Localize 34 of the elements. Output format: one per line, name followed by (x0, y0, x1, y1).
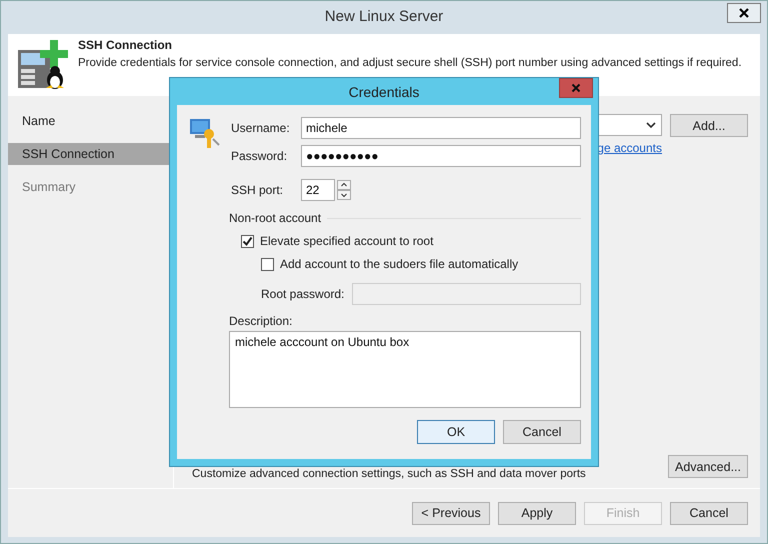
footer-button[interactable]: Apply (498, 502, 576, 524)
checkbox-label: Add account to the sudoers file automatically (280, 257, 518, 271)
dialog-button[interactable]: OK (417, 420, 495, 444)
step-item[interactable]: Name (8, 110, 173, 132)
root-password-label: Root password: (261, 287, 344, 301)
spin-arrows-icon (337, 180, 351, 200)
close-icon (571, 83, 581, 93)
ssh-port-field[interactable]: 22 (301, 179, 335, 201)
advanced-description: Customize advanced connection settings, such as SSH and data mover ports (192, 467, 586, 481)
username-field[interactable]: michele (301, 117, 581, 139)
description-label: Description: (229, 314, 294, 328)
description-field[interactable]: michele acccount on Ubuntu box (229, 331, 581, 408)
page-title: SSH Connection (78, 38, 174, 52)
dialog-title: Credentials (348, 84, 420, 100)
close-button[interactable] (727, 3, 761, 23)
password-label: Password: (231, 149, 288, 163)
page-description: Provide credentials for service console connection, and adjust secure shell (SSH) port number using advanced settings if required. (78, 56, 743, 71)
window-title: New Linux Server (324, 8, 444, 24)
password-field[interactable]: ●●●●●●●●●● (301, 145, 581, 167)
monitor-key-icon (189, 117, 221, 149)
checkbox[interactable] (241, 234, 254, 248)
checkbox[interactable] (261, 258, 274, 270)
add-button[interactable]: Add... (670, 114, 748, 137)
chevron-down-icon (646, 122, 656, 128)
section-label: Non-root account (229, 211, 322, 225)
dialog-button[interactable]: Cancel (503, 420, 581, 444)
ssh-port-label: SSH port: (231, 183, 284, 197)
checkbox-label: Elevate specified account to root (260, 234, 434, 248)
close-icon (738, 7, 750, 19)
advanced-button[interactable]: Advanced... (668, 455, 748, 478)
server-linux-icon (16, 38, 68, 90)
footer-button[interactable]: < Previous (412, 502, 490, 524)
username-label: Username: (231, 121, 291, 135)
footer-button[interactable]: Cancel (670, 502, 748, 524)
